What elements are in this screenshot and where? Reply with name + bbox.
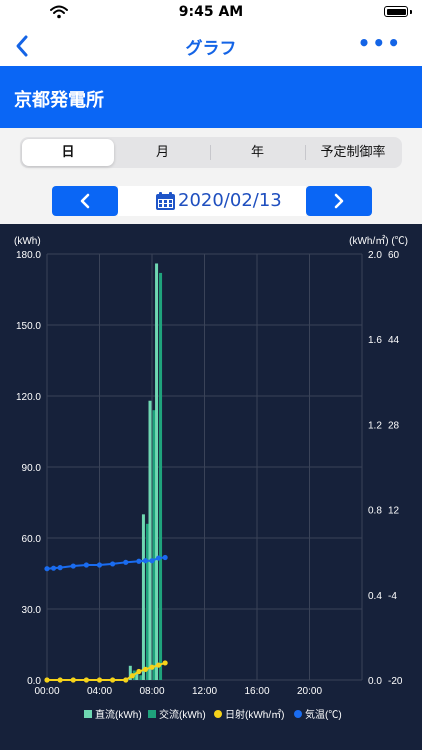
y-tick-label-left: 90.0 — [22, 463, 42, 474]
legend-swatch — [84, 710, 92, 718]
x-tick-label: 00:00 — [34, 686, 59, 697]
x-tick-label: 12:00 — [192, 686, 217, 697]
chevron-right-icon — [334, 193, 344, 209]
right-axis-unit: (kWh/㎡) (℃) — [349, 235, 408, 247]
y-tick-label-temperature: -4 — [388, 591, 397, 602]
x-tick-label: 04:00 — [87, 686, 112, 697]
bar-ac — [159, 272, 163, 680]
legend-label: 日射(kWh/㎡) — [225, 709, 284, 721]
battery-tip — [410, 10, 412, 14]
battery-icon — [384, 6, 408, 17]
bar-ac — [139, 675, 143, 680]
y-tick-label-irradiance: 0.8 — [368, 506, 382, 517]
irradiance-point — [129, 673, 135, 679]
chevron-left-icon — [80, 193, 90, 209]
more-button[interactable]: ••• — [358, 33, 402, 53]
temperature-point — [50, 565, 57, 571]
irradiance-point — [136, 668, 142, 675]
y-tick-label-left: 60.0 — [22, 534, 42, 545]
status-bar: 9:45 AM — [0, 0, 422, 26]
plant-name: 京都発電所 — [14, 90, 104, 111]
bar-dc — [148, 400, 152, 680]
legend-label: 交流(kWh) — [159, 708, 206, 721]
y-tick-label-irradiance: 0.0 — [368, 676, 382, 687]
irradiance-point — [44, 677, 50, 683]
x-tick-label: 20:00 — [297, 686, 322, 697]
temperature-point — [149, 558, 155, 564]
power-generation-chart: (kWh) (kWh/㎡) (℃) 0.0 30.0 60.0 90.0 120.0 150.… — [0, 224, 422, 750]
status-time: 9:45 AM — [178, 4, 244, 20]
y-tick-label-left: 120.0 — [16, 392, 41, 403]
temperature-point — [162, 554, 168, 561]
y-tick-label-irradiance: 1.2 — [368, 420, 382, 431]
tab-year[interactable]: 年 — [211, 139, 304, 166]
temperature-point — [83, 562, 89, 568]
legend-swatch — [148, 710, 156, 718]
x-tick-label: 08:00 — [139, 686, 164, 697]
irradiance-point — [83, 677, 89, 683]
y-tick-label-left: 180.0 — [16, 250, 41, 261]
legend-label: 直流(kWh) — [95, 708, 142, 721]
y-tick-label-irradiance: 1.6 — [368, 335, 382, 346]
irradiance-point — [57, 677, 63, 683]
y-tick-label-irradiance: 2.0 — [368, 250, 382, 261]
irradiance-point — [96, 677, 103, 683]
tab-month[interactable]: 月 — [116, 139, 209, 166]
irradiance-point — [149, 664, 155, 670]
legend-swatch — [294, 710, 302, 718]
irradiance-point — [142, 666, 149, 672]
period-selector-area: 日 月 年 予定制御率 — [0, 128, 422, 178]
bar-dc — [155, 263, 159, 680]
bar-ac — [145, 523, 149, 680]
y-tick-label-temperature: 12 — [388, 506, 400, 517]
irradiance-point — [155, 662, 162, 668]
bar-dc — [141, 514, 145, 680]
chart-svg: (kWh) (kWh/㎡) (℃) 0.0 30.0 60.0 90.0 120.0 150.… — [14, 235, 408, 721]
x-tick-label: 16:00 — [244, 686, 269, 697]
temperature-point — [70, 563, 76, 569]
temperature-point — [44, 566, 50, 572]
previous-date-button[interactable] — [52, 186, 118, 216]
y-tick-label-temperature: 60 — [388, 250, 400, 261]
y-tick-label-irradiance: 0.4 — [368, 591, 382, 602]
y-tick-label-temperature: 44 — [388, 335, 400, 346]
irradiance-point — [70, 677, 76, 683]
left-axis-unit: (kWh) — [14, 236, 41, 247]
temperature-point — [57, 565, 63, 571]
temperature-point — [110, 561, 116, 567]
temperature-point — [96, 562, 103, 568]
temperature-point — [123, 559, 129, 565]
nav-bar: グラフ ••• — [0, 26, 422, 66]
tab-day[interactable]: 日 — [22, 139, 114, 166]
temperature-point — [155, 555, 162, 561]
irradiance-point — [123, 677, 129, 683]
bar-ac — [152, 410, 156, 680]
period-segmented-control: 日 月 年 予定制御率 — [20, 137, 402, 168]
calendar-icon — [156, 192, 175, 210]
legend-swatch — [214, 710, 222, 718]
y-tick-label-temperature: 28 — [388, 420, 400, 431]
tab-schedule-control-rate[interactable]: 予定制御率 — [306, 139, 400, 166]
date-display[interactable]: 2020/02/13 — [118, 186, 306, 216]
temperature-point — [136, 558, 142, 564]
y-tick-label-left: 150.0 — [16, 321, 41, 332]
plant-header: 京都発電所 — [0, 66, 422, 128]
temperature-point — [142, 558, 149, 564]
date-value: 2020/02/13 — [178, 190, 282, 211]
irradiance-point — [162, 660, 168, 666]
y-tick-label-left: 30.0 — [22, 605, 42, 616]
irradiance-point — [110, 677, 116, 683]
y-tick-label-temperature: -20 — [388, 676, 403, 687]
legend-label: 気温(℃) — [305, 708, 342, 721]
next-date-button[interactable] — [306, 186, 372, 216]
date-navigator: 2020/02/13 — [0, 178, 422, 224]
